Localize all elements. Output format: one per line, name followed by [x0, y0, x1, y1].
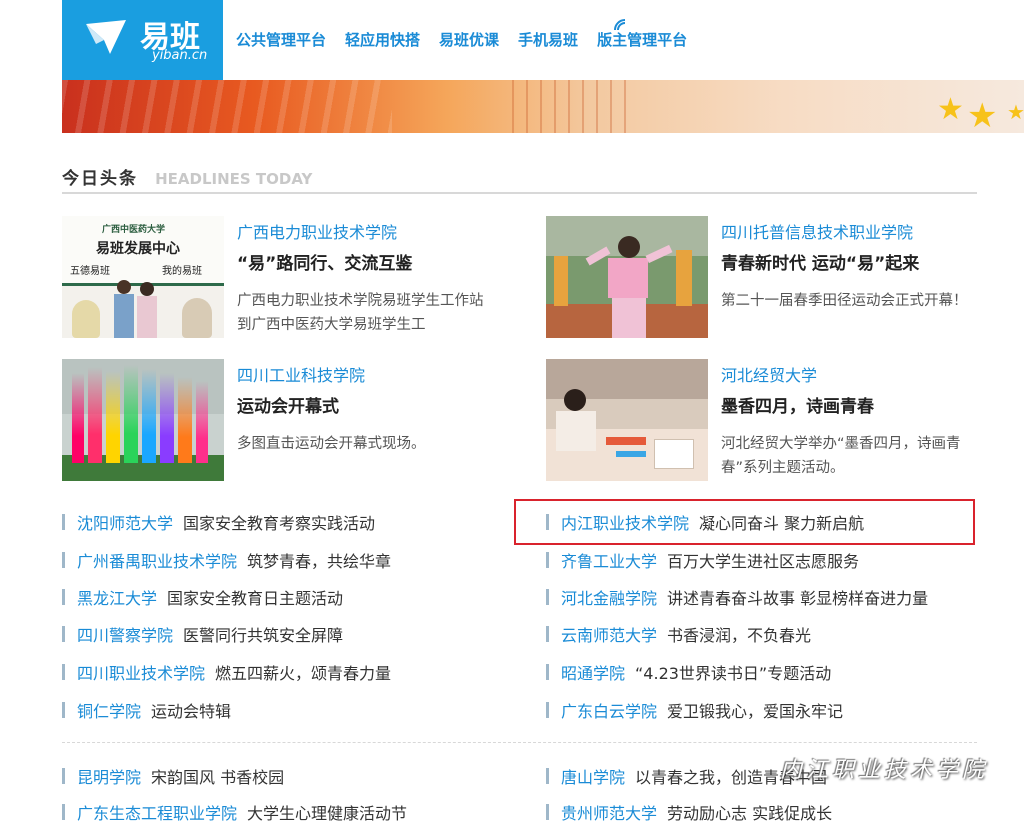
list-item-title[interactable]: 百万大学生进社区志愿服务 — [667, 548, 859, 572]
headline-photo[interactable] — [62, 359, 224, 481]
list-item-title[interactable]: 筑梦青春，共绘华章 — [247, 548, 391, 572]
headline-title[interactable]: 青春新时代 运动“易”起来 — [721, 249, 919, 274]
headline-title[interactable]: 运动会开幕式 — [237, 392, 339, 417]
star-icon: ★ — [1007, 100, 1024, 124]
list-item-title[interactable]: 国家安全教育日主题活动 — [167, 585, 343, 609]
section-title: 今日头条 — [62, 169, 138, 189]
list-item[interactable]: 贵州师范大学 劳动励心志 实践促成长 — [546, 800, 832, 824]
list-item[interactable]: 四川职业技术学院 燃五四薪火，颂青春力量 — [62, 660, 391, 684]
star-icon: ★ — [937, 92, 964, 127]
top-nav: 公共管理平台 轻应用快搭 易班优课 手机易班 版主管理平台 — [236, 29, 706, 50]
headline-school[interactable]: 河北经贸大学 — [721, 362, 817, 386]
list-item[interactable]: 铜仁学院 运动会特辑 — [62, 698, 231, 722]
yiban-logo[interactable]: 易班 yiban.cn — [62, 0, 223, 80]
nav-public-platform[interactable]: 公共管理平台 — [236, 29, 326, 50]
nav-light-apps[interactable]: 轻应用快搭 — [345, 29, 420, 50]
list-item[interactable]: 云南师范大学 书香浸润，不负春光 — [546, 622, 811, 646]
list-item[interactable]: 沈阳师范大学 国家安全教育考察实践活动 — [62, 510, 375, 534]
list-item-school[interactable]: 贵州师范大学 — [561, 800, 657, 824]
headline-school[interactable]: 四川托普信息技术职业学院 — [721, 219, 913, 243]
list-item[interactable]: 广东白云学院 爱卫锻我心，爱国永牢记 — [546, 698, 843, 722]
list-item-school[interactable]: 河北金融学院 — [561, 585, 657, 609]
photo-sign-line4: 我的易班 — [162, 266, 202, 277]
nav-mobile-yiban[interactable]: 手机易班 — [518, 29, 578, 50]
list-item[interactable]: 河北金融学院 讲述青春奋斗故事 彰显榜样奋进力量 — [546, 585, 928, 609]
list-item-title[interactable]: 燃五四薪火，颂青春力量 — [215, 660, 391, 684]
headline-card[interactable]: 四川工业科技学院 运动会开幕式 多图直击运动会开幕式现场。 — [62, 359, 502, 481]
section-header: 今日头条 HEADLINES TODAY — [62, 164, 977, 194]
signal-icon — [614, 19, 626, 31]
list-item-school[interactable]: 云南师范大学 — [561, 622, 657, 646]
list-item-title[interactable]: 书香浸润，不负春光 — [667, 622, 811, 646]
headline-school[interactable]: 广西电力职业技术学院 — [237, 219, 397, 243]
photo-sign-line1: 广西中医药大学 — [102, 225, 166, 235]
header-banner: ★ ★ ★ — [62, 80, 1024, 133]
headline-description: 多图直击运动会开幕式现场。 — [237, 436, 426, 452]
list-item-school[interactable]: 铜仁学院 — [77, 698, 141, 722]
list-item[interactable]: 四川警察学院 医警同行共筑安全屏障 — [62, 622, 343, 646]
headline-card[interactable]: 河北经贸大学 墨香四月，诗画青春 河北经贸大学举办“墨香四月，诗画青春”系列主题… — [546, 359, 986, 481]
list-item[interactable]: 齐鲁工业大学 百万大学生进社区志愿服务 — [546, 548, 859, 572]
list-item-school[interactable]: 四川职业技术学院 — [77, 660, 205, 684]
list-item-title[interactable]: “4.23世界读书日”专题活动 — [635, 660, 831, 684]
list-item-school[interactable]: 广东生态工程职业学院 — [77, 800, 237, 824]
list-item-school[interactable]: 沈阳师范大学 — [77, 510, 173, 534]
list-item[interactable]: 广州番禺职业技术学院 筑梦青春，共绘华章 — [62, 548, 391, 572]
list-item-title[interactable]: 讲述青春奋斗故事 彰显榜样奋进力量 — [667, 585, 928, 609]
headline-photo[interactable]: 广西中医药大学 易班发展中心 五德易班 我的易班 — [62, 216, 224, 338]
headline-description: 第二十一届春季田径运动会正式开幕！ — [721, 293, 968, 309]
headline-card[interactable]: 广西中医药大学 易班发展中心 五德易班 我的易班 广西电力职业技术学院 “易”路… — [62, 216, 502, 338]
headline-school[interactable]: 四川工业科技学院 — [237, 362, 365, 386]
headline-photo[interactable] — [546, 359, 708, 481]
list-item-school[interactable]: 齐鲁工业大学 — [561, 548, 657, 572]
list-item-school[interactable]: 广东白云学院 — [561, 698, 657, 722]
list-item-title[interactable]: 劳动励心志 实践促成长 — [667, 800, 832, 824]
nav-yiban-courses[interactable]: 易班优课 — [439, 29, 499, 50]
headline-title[interactable]: 墨香四月，诗画青春 — [721, 392, 874, 417]
list-item-school[interactable]: 唐山学院 — [561, 764, 625, 788]
list-item[interactable]: 黑龙江大学 国家安全教育日主题活动 — [62, 585, 343, 609]
logo-text-en: yiban.cn — [152, 48, 208, 63]
yiban-logo-icon — [86, 20, 126, 54]
list-item-title[interactable]: 爱卫锻我心，爱国永牢记 — [667, 698, 843, 722]
top-bar: 易班 yiban.cn 公共管理平台 轻应用快搭 易班优课 手机易班 版主管理平… — [0, 0, 1024, 80]
photo-sign-line3: 五德易班 — [70, 266, 110, 277]
divider — [62, 742, 977, 743]
section-title-en: HEADLINES TODAY — [155, 170, 313, 188]
headline-description: 广西电力职业技术学院易班学生工作站到广西中医药大学易班学生工 — [237, 293, 484, 333]
headline-title[interactable]: “易”路同行、交流互鉴 — [237, 249, 412, 274]
list-item-school[interactable]: 昆明学院 — [77, 764, 141, 788]
list-item-title[interactable]: 大学生心理健康活动节 — [247, 800, 407, 824]
list-item-school[interactable]: 广州番禺职业技术学院 — [77, 548, 237, 572]
list-item-school[interactable]: 昭通学院 — [561, 660, 625, 684]
headline-card[interactable]: 四川托普信息技术职业学院 青春新时代 运动“易”起来 第二十一届春季田径运动会正… — [546, 216, 986, 338]
star-icon: ★ — [967, 96, 998, 133]
list-item-school[interactable]: 黑龙江大学 — [77, 585, 157, 609]
highlight-box — [514, 499, 975, 545]
list-item-title[interactable]: 宋韵国风 书香校园 — [151, 764, 284, 788]
headline-description: 河北经贸大学举办“墨香四月，诗画青春”系列主题活动。 — [721, 436, 961, 476]
photo-sign-line2: 易班发展中心 — [96, 241, 180, 257]
list-item-title[interactable]: 运动会特辑 — [151, 698, 231, 722]
nav-moderator-platform[interactable]: 版主管理平台 — [597, 29, 687, 50]
list-item-school[interactable]: 四川警察学院 — [77, 622, 173, 646]
list-item[interactable]: 昆明学院 宋韵国风 书香校园 — [62, 764, 284, 788]
headline-photo[interactable] — [546, 216, 708, 338]
list-item[interactable]: 昭通学院 “4.23世界读书日”专题活动 — [546, 660, 831, 684]
list-item[interactable]: 广东生态工程职业学院 大学生心理健康活动节 — [62, 800, 407, 824]
list-item-title[interactable]: 医警同行共筑安全屏障 — [183, 622, 343, 646]
list-item-title[interactable]: 国家安全教育考察实践活动 — [183, 510, 375, 534]
watermark: 内江职业技术学院 — [780, 758, 989, 783]
